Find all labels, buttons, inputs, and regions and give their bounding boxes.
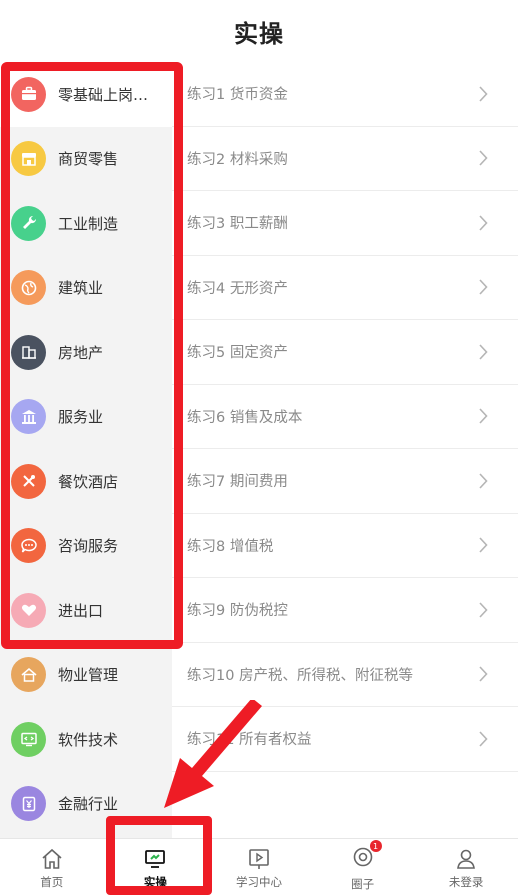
tab-label: 首页 bbox=[40, 875, 64, 889]
list-item[interactable]: 练习3 职工薪酬 bbox=[172, 191, 518, 256]
home-icon bbox=[42, 848, 62, 869]
list-item[interactable]: 练习5 固定资产 bbox=[172, 320, 518, 385]
lesson-title: 练习6 销售及成本 bbox=[187, 409, 303, 426]
header-bar: 实操 bbox=[0, 0, 518, 62]
sidebar-item-label: 房地产 bbox=[58, 343, 104, 362]
building-icon bbox=[11, 334, 46, 370]
shop-icon bbox=[11, 141, 46, 177]
sidebar-item-software[interactable]: 软件技术 bbox=[0, 707, 172, 772]
chevron-right-icon bbox=[479, 150, 488, 166]
lesson-title: 练习5 固定资产 bbox=[187, 345, 288, 362]
sidebar-item-industry[interactable]: 工业制造 bbox=[0, 191, 172, 256]
briefcase-icon bbox=[11, 76, 46, 112]
list-item[interactable]: 练习10 房产税、所得税、附征税等 bbox=[172, 643, 518, 707]
bottom-tab-bar: 首页 实操 学习中心 1 圈子 未登录 bbox=[0, 838, 518, 895]
category-sidebar: 零基础上岗专... 商贸零售 工业制造 建筑业 房地产 服务业 餐饮酒店 咨询服… bbox=[0, 62, 172, 838]
cutlery-icon bbox=[11, 463, 46, 499]
practice-icon bbox=[145, 850, 166, 868]
lesson-title: 练习7 期间费用 bbox=[187, 474, 288, 491]
tab-label: 未登录 bbox=[448, 875, 484, 889]
lesson-list: 练习1 货币资金 练习2 材料采购 练习3 职工薪酬 练习4 无形资产 练习5 … bbox=[172, 62, 518, 838]
lesson-title: 练习8 增值税 bbox=[187, 538, 274, 555]
tab-label: 学习中心 bbox=[235, 875, 282, 889]
chat-icon bbox=[11, 528, 46, 564]
app-screen: 实操 零基础上岗专... 商贸零售 工业制造 建筑业 房地产 服务业 餐饮酒店 … bbox=[0, 0, 518, 895]
list-item[interactable]: 练习11 所有者权益 bbox=[172, 707, 518, 772]
tab-account[interactable]: 未登录 bbox=[414, 839, 518, 895]
yen-icon bbox=[11, 786, 46, 822]
chevron-right-icon bbox=[479, 408, 488, 424]
sidebar-item-label: 餐饮酒店 bbox=[58, 472, 119, 491]
tab-label: 圈子 bbox=[351, 877, 375, 891]
tab-practice[interactable]: 实操 bbox=[104, 839, 208, 895]
list-item[interactable]: 练习4 无形资产 bbox=[172, 256, 518, 320]
sidebar-item-finance[interactable]: 金融行业 bbox=[0, 772, 172, 837]
sidebar-item-retail[interactable]: 商贸零售 bbox=[0, 127, 172, 192]
sidebar-item-label: 建筑业 bbox=[58, 279, 104, 298]
play-icon bbox=[249, 849, 269, 869]
sidebar-item-consulting[interactable]: 咨询服务 bbox=[0, 514, 172, 579]
chevron-right-icon bbox=[479, 279, 488, 295]
sidebar-item-construction[interactable]: 建筑业 bbox=[0, 256, 172, 321]
chevron-right-icon bbox=[479, 666, 488, 682]
tab-circle[interactable]: 1 圈子 bbox=[311, 839, 415, 895]
tab-home[interactable]: 首页 bbox=[0, 839, 104, 895]
chevron-right-icon bbox=[479, 344, 488, 360]
lesson-title: 练习10 房产税、所得税、附征税等 bbox=[187, 667, 414, 684]
sidebar-item-label: 金融行业 bbox=[58, 795, 119, 814]
sidebar-item-label: 商贸零售 bbox=[58, 150, 119, 169]
lesson-title: 练习1 货币资金 bbox=[187, 87, 288, 104]
list-item[interactable]: 练习6 销售及成本 bbox=[172, 385, 518, 449]
chevron-right-icon bbox=[479, 602, 488, 618]
sidebar-item-service[interactable]: 服务业 bbox=[0, 385, 172, 450]
lesson-title: 练习11 所有者权益 bbox=[187, 732, 312, 749]
lesson-title: 练习2 材料采购 bbox=[187, 151, 288, 168]
wrench-icon bbox=[11, 205, 46, 241]
user-icon bbox=[457, 849, 476, 869]
sidebar-item-label: 咨询服务 bbox=[58, 537, 119, 556]
sidebar-item-label: 进出口 bbox=[58, 601, 104, 620]
bank-icon bbox=[11, 399, 46, 435]
tab-label: 实操 bbox=[143, 875, 167, 889]
list-item[interactable]: 练习8 增值税 bbox=[172, 514, 518, 578]
code-icon bbox=[11, 721, 46, 757]
house-icon bbox=[11, 657, 46, 693]
chevron-right-icon bbox=[479, 537, 488, 553]
list-item[interactable]: 练习9 防伪税控 bbox=[172, 578, 518, 643]
chevron-right-icon bbox=[479, 731, 488, 747]
sidebar-item-import-export[interactable]: 进出口 bbox=[0, 578, 172, 643]
chevron-right-icon bbox=[479, 86, 488, 102]
handshake-icon bbox=[11, 592, 46, 628]
sidebar-item-label: 物业管理 bbox=[58, 666, 119, 685]
list-item[interactable]: 练习1 货币资金 bbox=[172, 62, 518, 127]
sidebar-item-label: 软件技术 bbox=[58, 730, 119, 749]
sidebar-item-label: 工业制造 bbox=[58, 214, 119, 233]
tab-learning-center[interactable]: 学习中心 bbox=[207, 839, 311, 895]
lesson-title: 练习4 无形资产 bbox=[187, 280, 288, 297]
sidebar-item-label: 零基础上岗专... bbox=[58, 85, 162, 104]
lesson-title: 练习3 职工薪酬 bbox=[187, 216, 288, 233]
sidebar-item-label: 服务业 bbox=[58, 408, 104, 427]
page-title: 实操 bbox=[234, 19, 284, 48]
list-item[interactable]: 练习2 材料采购 bbox=[172, 127, 518, 191]
sidebar-item-property[interactable]: 物业管理 bbox=[0, 643, 172, 708]
sidebar-item-catering[interactable]: 餐饮酒店 bbox=[0, 449, 172, 514]
lesson-title: 练习9 防伪税控 bbox=[187, 603, 288, 620]
globe-icon bbox=[11, 270, 46, 306]
chevron-right-icon bbox=[479, 215, 488, 231]
circle-icon-wrap: 1 bbox=[350, 840, 382, 874]
sidebar-item-realestate[interactable]: 房地产 bbox=[0, 320, 172, 385]
chevron-right-icon bbox=[479, 473, 488, 489]
list-item[interactable]: 练习7 期间费用 bbox=[172, 449, 518, 514]
notification-badge: 1 bbox=[369, 840, 382, 852]
sidebar-item-basic[interactable]: 零基础上岗专... bbox=[0, 62, 172, 127]
